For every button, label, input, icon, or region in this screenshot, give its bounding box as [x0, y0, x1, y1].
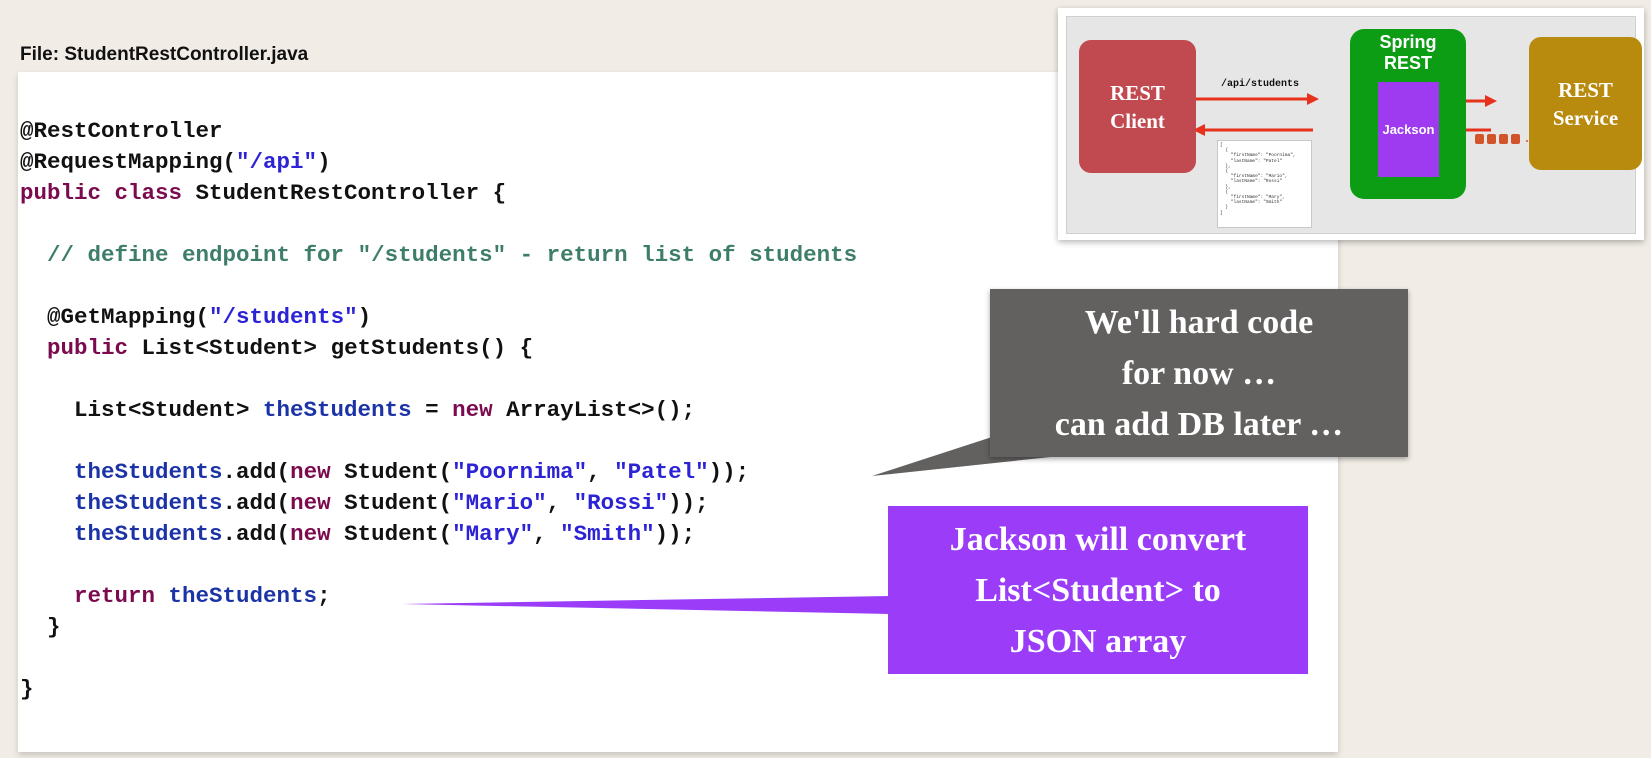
- callout-text: We'll hard code: [1084, 303, 1314, 341]
- callout-text: can add DB later …: [1054, 405, 1344, 443]
- purple-callout-pointer: [402, 596, 890, 614]
- callout-text: Jackson will convert: [949, 520, 1247, 558]
- callout-text: JSON array: [1009, 622, 1187, 660]
- jackson-callout: Jackson will convert List<Student> to JS…: [888, 506, 1308, 674]
- callout-text: List<Student> to: [975, 571, 1221, 609]
- callout-text: for now …: [1121, 354, 1277, 392]
- hard-code-callout: We'll hard code for now … can add DB lat…: [990, 289, 1408, 457]
